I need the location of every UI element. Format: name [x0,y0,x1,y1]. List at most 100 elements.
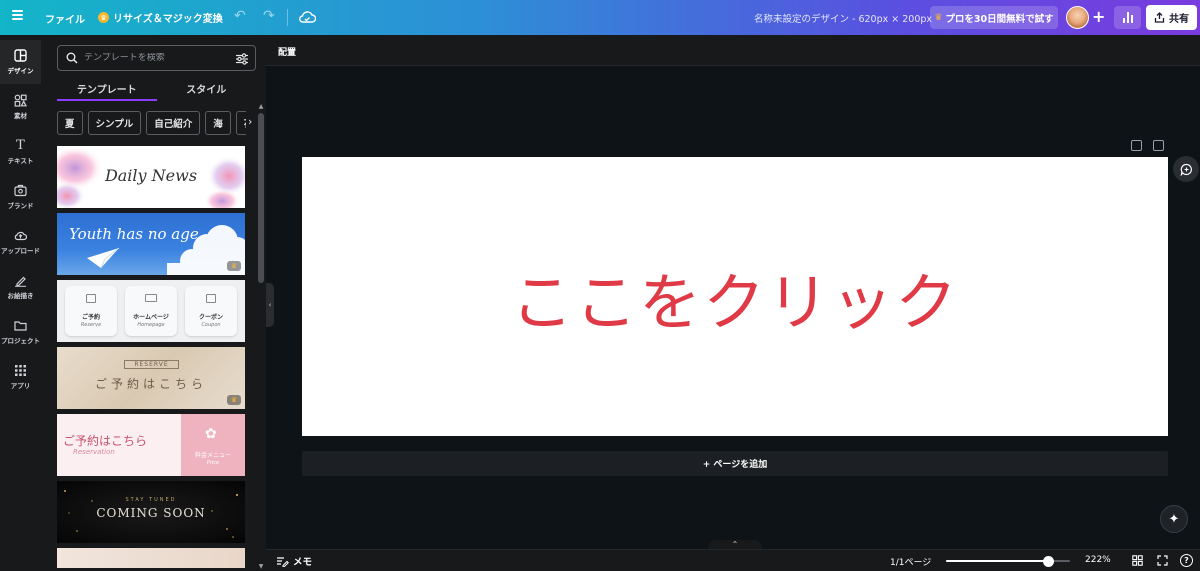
design-canvas[interactable]: ここをクリック [302,157,1168,436]
search-input[interactable] [84,53,234,63]
template-sub: Coupon [201,322,221,328]
grid-view-icon[interactable] [1132,555,1143,566]
sparkle-icon: ✦ [1168,511,1180,527]
template-daily-news[interactable]: Daily News [57,146,245,208]
panel-tabs: テンプレート スタイル [57,79,256,101]
template-side-sub: Price [206,460,220,466]
rail-label: テキスト [7,157,34,165]
scroll-up-icon[interactable]: ▲ [257,103,265,110]
help-button[interactable]: ? [1180,554,1193,567]
avatar[interactable] [1066,6,1089,29]
add-page-icon[interactable] [1153,140,1164,151]
rail-item-elements[interactable]: 素材 [0,85,41,129]
template-title: ご予約はこちら [63,434,148,448]
bar-chart-icon[interactable] [1114,6,1141,29]
arrange-button[interactable]: 配置 [278,45,296,58]
brand-icon [14,184,27,197]
template-label: ホームページ [133,314,169,321]
rail-item-uploads[interactable]: アップロード [0,220,41,264]
template-title: Daily News [104,166,198,185]
shapes-icon [14,94,27,107]
chip-summer[interactable]: 夏 [57,111,83,135]
chip-simple[interactable]: シンプル [87,111,142,135]
monitor-icon [145,294,157,302]
rail-item-text[interactable]: T テキスト [0,130,41,174]
collapse-panel-button[interactable]: ‹ [266,283,274,327]
notes-icon [277,556,289,567]
template-search[interactable] [57,45,256,71]
zoom-slider[interactable] [946,556,1070,567]
rail-item-projects[interactable]: プロジェクト [0,310,41,354]
folder-icon [14,321,27,331]
search-icon [66,52,78,64]
top-bar: ファイル ♛ リサイズ＆マジック変換 ↶ ↷ 名称未設定のデザイン - 620p… [0,0,1200,35]
template-side-label: 料金メニュー [194,452,231,459]
template-youth[interactable]: Youth has no age ♛ [57,213,245,275]
rail-item-design[interactable]: デザイン [0,40,41,84]
panel-scrollbar[interactable]: ▲ ▼ [257,103,265,571]
file-menu-button[interactable]: ファイル [45,11,85,26]
page-count[interactable]: 1/1ページ [890,555,931,568]
filter-icon[interactable] [235,52,249,66]
text-icon: T [16,138,25,153]
template-partial[interactable] [57,548,245,568]
hamburger-icon[interactable] [12,10,23,20]
share-label: 共有 [1169,14,1189,25]
notes-button[interactable]: メモ [276,554,312,568]
tab-templates[interactable]: テンプレート [57,79,157,101]
template-title: ご予約はこちら [94,377,207,391]
pro-trial-label: プロを30日間無料で試す [945,13,1054,25]
page-actions [1131,140,1164,151]
template-label: クーポン [198,314,223,321]
plus-icon[interactable]: + [1092,7,1105,26]
scroll-down-icon[interactable]: ▼ [257,563,265,570]
chevron-left-icon: ‹ [268,301,272,309]
template-sub: Homepage [137,322,165,328]
comment-button[interactable] [1173,156,1199,182]
calendar-icon [86,294,96,303]
scrollbar-thumb[interactable] [258,113,264,283]
duplicate-page-icon[interactable] [1131,140,1142,151]
undo-icon[interactable]: ↶ [234,8,246,24]
keyword-chips: 夏 シンプル 自己紹介 海 花 [57,111,246,135]
template-reserve-pink[interactable]: ご予約はこちら Reservation ✿ 料金メニュー Price [57,414,245,476]
template-button-card: ホームページ Homepage [125,286,177,336]
chip-flower[interactable]: 花 [235,111,246,135]
rail-item-brand[interactable]: ブランド [0,175,41,219]
notes-label: メモ [293,557,313,568]
bottom-bar: メモ 1/1ページ 222% ? [266,549,1200,571]
redo-icon[interactable]: ↷ [263,8,275,24]
zoom-value[interactable]: 222% [1085,555,1111,565]
tab-styles[interactable]: スタイル [157,79,257,101]
template-buttons[interactable]: ご予約 Reserve ホームページ Homepage クーポン Coupon [57,280,245,342]
context-toolbar: 配置 [266,35,1200,66]
rail-item-apps[interactable]: アプリ [0,355,41,399]
apps-grid-icon [15,365,26,376]
template-button-card: ご予約 Reserve [65,286,117,336]
canvas-text[interactable]: ここをクリック [511,252,959,342]
share-button[interactable]: 共有 [1146,5,1197,30]
magic-assistant-button[interactable]: ✦ [1160,505,1188,533]
comment-add-icon [1180,163,1192,176]
template-reserve-beige[interactable]: RESERVE ご予約はこちら ♛ [57,347,245,409]
cloud-icon[interactable] [298,9,316,25]
crown-icon: ♛ [98,12,109,23]
template-label: ご予約 [81,314,100,321]
rail-item-draw[interactable]: お絵描き [0,265,41,309]
toolbar-divider [287,9,288,26]
pro-trial-button[interactable]: ♛ プロを30日間無料で試す [930,6,1058,29]
rail-label: アプリ [10,382,31,390]
chip-self-intro[interactable]: 自己紹介 [146,111,201,135]
zoom-slider-knob[interactable] [1042,556,1054,567]
template-coming-soon[interactable]: STAY TUNED COMING SOON [57,481,245,543]
zoom-slider-fill [946,560,1048,562]
add-page-button[interactable]: + ページを追加 [302,451,1168,476]
design-title[interactable]: 名称未設定のデザイン - 620px × 200px [754,11,932,25]
chip-sea[interactable]: 海 [205,111,231,135]
resize-magic-button[interactable]: ♛ リサイズ＆マジック変換 [98,10,223,25]
cloud-upload-icon [14,231,27,241]
template-side-panel: ✿ 料金メニュー Price [181,414,245,476]
rail-label: 素材 [14,112,27,120]
fullscreen-icon[interactable] [1157,555,1168,566]
chevron-right-icon[interactable]: › [248,115,252,128]
